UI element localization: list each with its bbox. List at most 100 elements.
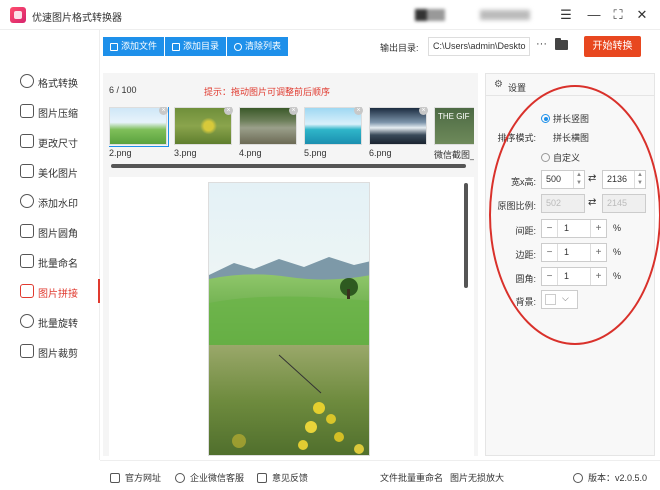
thumbnail-image — [304, 107, 362, 145]
clear-list-button[interactable]: 清除列表 — [227, 37, 289, 56]
menu-icon[interactable]: ☰ — [557, 6, 575, 24]
thumbnail-strip: × 2.png × 3.png × 4.png × 5.png × 6.png … — [109, 107, 474, 167]
corner-minus-button[interactable]: − — [542, 268, 558, 285]
swap-ratio-icon: ⇄ — [588, 197, 597, 208]
settings-panel: ⚙ 设置 排序模式: 拼长竖图 拼长横图 自定义 宽x高: 500 ▲ ▼ ⇄ 2… — [485, 73, 655, 456]
add-file-button[interactable]: 添加文件 — [103, 37, 165, 56]
batch-rename-link[interactable]: 文件批量重命名 — [380, 471, 443, 484]
sidebar-item-compress[interactable]: 图片压缩 — [0, 96, 100, 126]
gear-icon: ⚙ — [494, 79, 503, 90]
radio-custom-dot — [541, 153, 550, 162]
radio-horizontal-label: 拼长横图 — [553, 133, 590, 143]
thumbnail-name: 微信截图_ — [434, 150, 474, 160]
maximize-icon[interactable]: ⛶ — [609, 6, 627, 24]
spacing-plus-button[interactable]: + — [590, 220, 606, 237]
add-folder-button[interactable]: 添加目录 — [165, 37, 227, 56]
minimize-icon[interactable]: — — [585, 6, 603, 24]
height-input[interactable]: 2136 ▲ ▼ — [602, 170, 646, 189]
sidebar-item-crop[interactable]: 图片裁剪 — [0, 336, 100, 366]
version-info: 版本：v2.0.5.0 — [573, 471, 647, 484]
swap-size-icon[interactable]: ⇄ — [588, 173, 596, 184]
ratio-label: 原图比例: — [497, 201, 536, 211]
width-spinner[interactable]: ▲ ▼ — [573, 171, 584, 188]
sidebar-item-label: 图片拼接 — [38, 289, 78, 300]
settings-title: 设置 — [508, 83, 527, 93]
drag-tip: 提示：拖动图片可调整前后顺序 — [204, 87, 331, 97]
spacing-minus-button[interactable]: − — [542, 220, 558, 237]
output-dir-input[interactable]: C:\Users\admin\Deskto — [428, 37, 530, 56]
background-color-picker[interactable]: ⌵ — [541, 290, 578, 309]
refresh-icon — [573, 473, 583, 483]
radio-vertical[interactable]: 拼长竖图 — [541, 112, 589, 125]
sidebar-item-stitch[interactable]: 图片拼接 — [0, 276, 100, 306]
clear-list-label: 清除列表 — [245, 41, 282, 51]
start-convert-button[interactable]: 开始转换 — [584, 36, 641, 57]
open-folder-icon[interactable] — [555, 38, 568, 50]
avatar[interactable] — [415, 9, 445, 21]
margin-value: 1 — [564, 247, 570, 257]
rounded-corner-icon — [20, 224, 34, 238]
height-spinner[interactable]: ▲ ▼ — [634, 171, 645, 188]
thumbnail-scrollbar[interactable] — [111, 164, 466, 168]
radio-custom[interactable]: 自定义 — [541, 151, 580, 164]
title-bar: 优速图片格式转换器 ☰ — ⛶ ✕ — [0, 0, 660, 30]
margin-minus-button[interactable]: − — [542, 244, 558, 261]
close-icon[interactable]: ✕ — [633, 6, 651, 24]
sidebar-item-rounded-corner[interactable]: 图片圆角 — [0, 216, 100, 246]
sidebar-item-watermark[interactable]: 添加水印 — [0, 186, 100, 216]
corner-value: 1 — [564, 271, 570, 281]
sidebar-item-resize[interactable]: 更改尺寸 — [0, 126, 100, 156]
thumbnail-item[interactable]: × 2.png — [109, 107, 169, 167]
thumbnail-name: 5.png — [304, 148, 327, 158]
margin-unit: % — [613, 247, 622, 257]
feedback-link[interactable]: 意见反馈 — [257, 471, 308, 484]
background-label: 背景: — [515, 297, 536, 307]
corner-stepper[interactable]: − 1 + — [541, 267, 607, 286]
spacing-unit: % — [613, 223, 622, 233]
feedback-label: 意见反馈 — [272, 473, 309, 483]
add-file-icon — [110, 42, 118, 51]
output-dir-label: 输出目录: — [380, 43, 419, 53]
beautify-icon — [20, 164, 34, 178]
margin-stepper[interactable]: − 1 + — [541, 243, 607, 262]
add-folder-label: 添加目录 — [183, 41, 220, 51]
sidebar-item-label: 批量旋转 — [38, 319, 78, 330]
website-link[interactable]: 官方网址 — [110, 471, 161, 484]
stitched-preview — [208, 182, 370, 456]
sidebar-item-rename[interactable]: 批量命名 — [0, 246, 100, 276]
watermark-icon — [20, 194, 34, 208]
ratio-width-value: 502 — [546, 198, 562, 208]
radio-horizontal[interactable]: 拼长横图 — [553, 131, 589, 144]
sidebar-item-format-convert[interactable]: 格式转换 — [0, 66, 100, 96]
rotate-icon — [20, 314, 34, 328]
compress-icon — [20, 104, 34, 118]
wechat-icon — [175, 473, 185, 483]
preview-image — [209, 183, 369, 455]
lossless-upscale-link[interactable]: 图片无损放大 — [450, 471, 504, 484]
sidebar-item-rotate[interactable]: 批量旋转 — [0, 306, 100, 336]
preview-scrollbar[interactable] — [464, 183, 468, 288]
corner-plus-button[interactable]: + — [590, 268, 606, 285]
thumbnail-item[interactable]: × 3.png — [174, 107, 233, 167]
sidebar-item-label: 图片圆角 — [38, 229, 78, 240]
margin-plus-button[interactable]: + — [590, 244, 606, 261]
margin-label: 边距: — [515, 250, 536, 260]
ratio-width-input: 502 — [541, 194, 585, 213]
corner-unit: % — [613, 271, 622, 281]
width-value: 500 — [546, 174, 562, 184]
thumbnail-item[interactable]: × 6.png — [369, 107, 428, 167]
wechat-service-link[interactable]: 企业微信客服 — [175, 471, 244, 484]
sidebar-item-label: 批量命名 — [38, 259, 78, 270]
settings-header: ⚙ 设置 — [486, 74, 654, 96]
thumbnail-item[interactable]: THE GIF 微信截图_ — [434, 107, 474, 167]
sidebar-item-label: 美化图片 — [38, 169, 78, 180]
spacing-stepper[interactable]: − 1 + — [541, 219, 607, 238]
sidebar-item-beautify[interactable]: 美化图片 — [0, 156, 100, 186]
thumbnail-item[interactable]: × 5.png — [304, 107, 363, 167]
ratio-height-value: 2145 — [607, 198, 628, 208]
width-input[interactable]: 500 ▲ ▼ — [541, 170, 585, 189]
folder-icon — [172, 42, 181, 51]
more-options-button[interactable]: ··· — [536, 38, 547, 50]
thumbnail-name: 6.png — [369, 148, 392, 158]
thumbnail-item[interactable]: × 4.png — [239, 107, 298, 167]
